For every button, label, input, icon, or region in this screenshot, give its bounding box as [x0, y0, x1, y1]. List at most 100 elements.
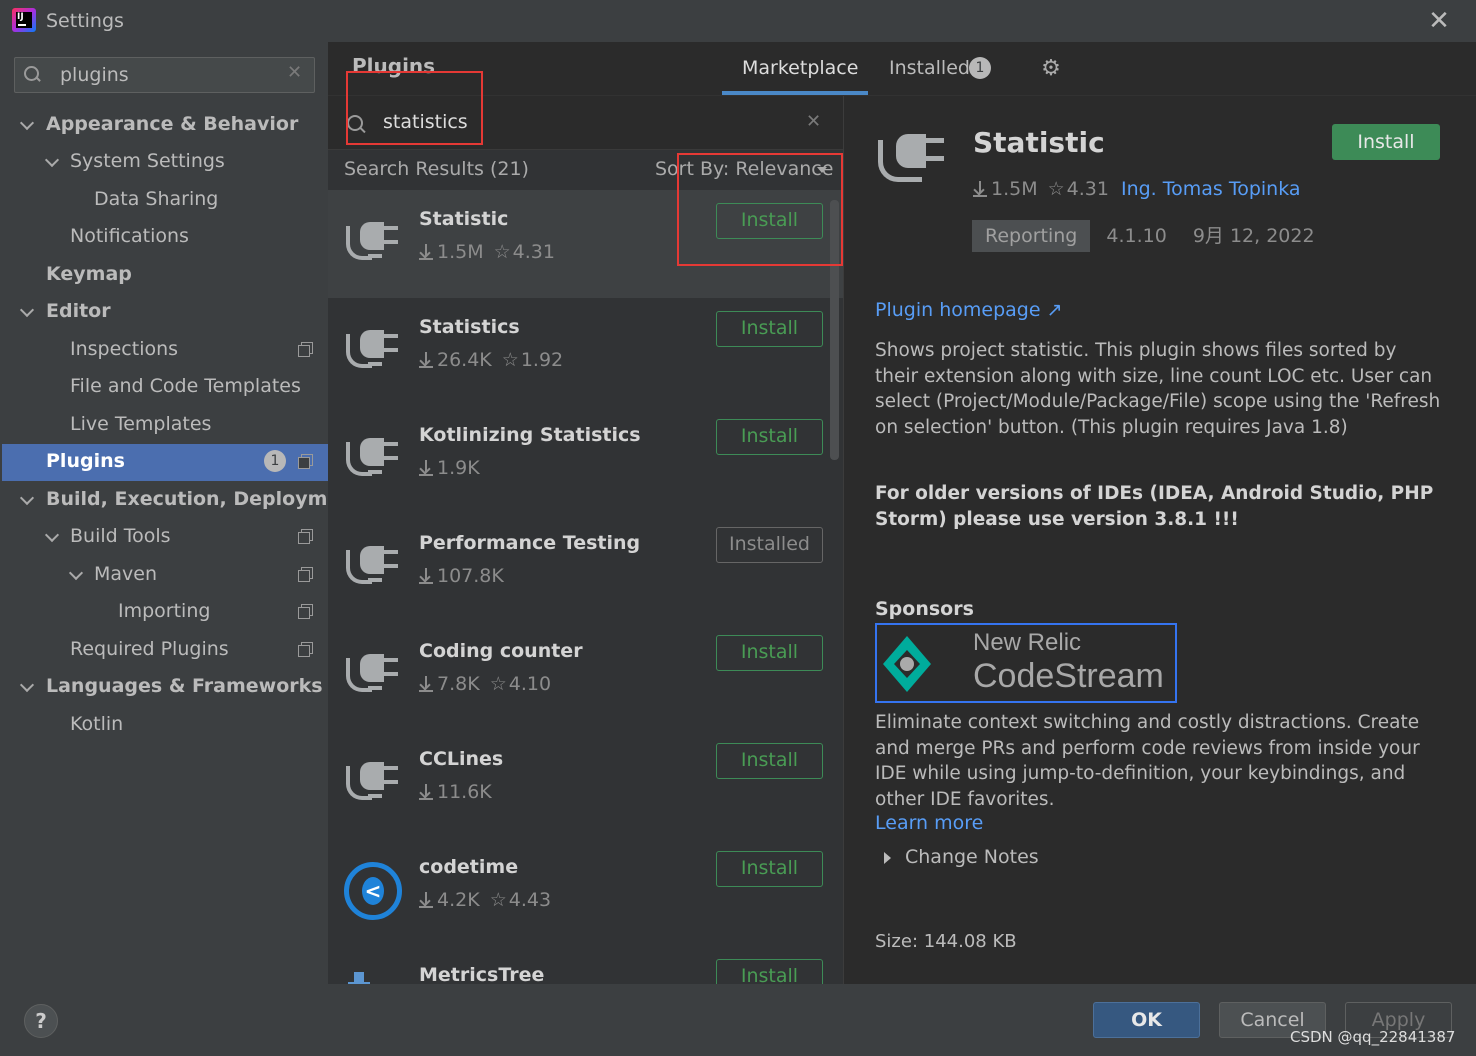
plugin-downloads: 1.9K — [437, 457, 480, 479]
sidebar-item-system-settings[interactable]: System Settings — [70, 143, 225, 179]
plugin-search-input[interactable]: statistics ✕ — [328, 96, 843, 150]
download-icon — [419, 568, 433, 584]
plugin-downloads: 7.8K — [437, 673, 480, 695]
plugin-icon — [344, 324, 402, 374]
tab-installed[interactable]: Installed — [889, 56, 970, 92]
install-button[interactable]: Install — [716, 311, 823, 347]
project-level-icon — [298, 604, 313, 619]
install-button[interactable]: Install — [716, 635, 823, 671]
project-level-icon — [298, 454, 313, 469]
plugin-meta: 4.2K ☆ 4.43 — [419, 889, 551, 911]
plugin-row-metricstree[interactable]: MetricsTree Install — [328, 946, 843, 984]
ok-button[interactable]: OK — [1093, 1002, 1200, 1038]
plugin-row-statistic[interactable]: Statistic 1.5M ☆ 4.31 Install — [328, 190, 843, 298]
sidebar-item-required-plugins[interactable]: Required Plugins — [70, 631, 229, 667]
plugin-row-coding-counter[interactable]: Coding counter 7.8K ☆ 4.10 Install — [328, 622, 843, 730]
tag-reporting[interactable]: Reporting — [972, 220, 1091, 252]
chevron-down-icon[interactable] — [70, 568, 82, 580]
detail-rating: 4.31 — [1066, 178, 1109, 200]
settings-search-value: plugins — [60, 64, 129, 86]
detail-downloads: 1.5M — [991, 178, 1038, 200]
sponsors-heading: Sponsors — [875, 598, 974, 620]
plugin-homepage-link[interactable]: Plugin homepage ↗ — [875, 299, 1062, 321]
plugin-name: Statistic — [419, 208, 509, 230]
sidebar-item-live-templates[interactable]: Live Templates — [70, 406, 211, 442]
install-button[interactable]: Install — [716, 959, 823, 984]
plugin-meta: 107.8K — [419, 565, 504, 587]
sidebar-item-editor[interactable]: Editor — [46, 293, 111, 329]
clear-search-icon[interactable]: ✕ — [806, 111, 821, 132]
plugin-detail-panel: Statistic Install 1.5M ☆ 4.31 Ing. Tomas To… — [844, 96, 1476, 984]
sidebar-item-appearance-behavior[interactable]: Appearance & Behavior — [46, 106, 298, 142]
plugin-description: Shows project statistic. This plugin sho… — [875, 340, 1441, 438]
sponsor-description: Eliminate context switching and costly d… — [875, 712, 1420, 810]
chevron-down-icon[interactable] — [46, 155, 58, 167]
plugin-row-kotlinizing-statistics[interactable]: Kotlinizing Statistics 1.9K Install — [328, 406, 843, 514]
install-button[interactable]: Install — [716, 743, 823, 779]
chevron-down-icon[interactable] — [817, 167, 827, 173]
plugin-search-value: statistics — [383, 111, 468, 133]
settings-search-input[interactable]: plugins ✕ — [14, 57, 315, 93]
detail-version: 4.1.10 — [1106, 225, 1167, 247]
chevron-down-icon[interactable] — [21, 493, 33, 505]
sidebar-item-file-code-templates[interactable]: File and Code Templates — [70, 368, 301, 404]
tab-marketplace[interactable]: Marketplace — [742, 56, 858, 92]
sidebar-item-maven[interactable]: Maven — [94, 556, 157, 592]
install-button[interactable]: Install — [716, 419, 823, 455]
plugin-meta: 11.6K — [419, 781, 492, 803]
chevron-down-icon[interactable] — [21, 118, 33, 130]
sidebar-item-plugins[interactable]: Plugins — [46, 443, 125, 479]
detail-meta: 1.5M ☆ 4.31 Ing. Tomas Topinka — [973, 178, 1301, 200]
plugin-icon — [876, 126, 946, 196]
plugin-icon — [344, 540, 402, 590]
sidebar-item-inspections[interactable]: Inspections — [70, 331, 178, 367]
chevron-down-icon[interactable] — [46, 530, 58, 542]
plugin-icon — [344, 648, 402, 698]
project-level-icon — [298, 342, 313, 357]
sidebar-item-keymap[interactable]: Keymap — [46, 256, 132, 292]
sponsor-banner[interactable]: New Relic CodeStream — [875, 623, 1177, 703]
gear-icon[interactable]: ⚙ — [1040, 58, 1062, 80]
sort-dropdown[interactable]: Sort By: Relevance — [655, 158, 833, 180]
results-count: Search Results (21) — [344, 158, 529, 180]
close-icon[interactable]: ✕ — [1424, 6, 1454, 36]
plugin-row-statistics[interactable]: Statistics 26.4K ☆ 1.92 Install — [328, 298, 843, 406]
sidebar-item-kotlin[interactable]: Kotlin — [70, 706, 123, 742]
sidebar-item-build-execution-deployment[interactable]: Build, Execution, Deployment — [46, 481, 363, 517]
detail-plugin-name: Statistic — [973, 126, 1105, 159]
author-link[interactable]: Ing. Tomas Topinka — [1121, 178, 1301, 200]
download-icon — [419, 784, 433, 800]
plugin-row-cclines[interactable]: CCLines 11.6K Install — [328, 730, 843, 838]
install-button[interactable]: Install — [716, 203, 823, 239]
plugin-icon — [344, 216, 402, 266]
list-scrollbar[interactable] — [830, 200, 839, 460]
intellij-logo-icon: IJ — [12, 8, 36, 32]
change-notes-toggle[interactable]: Change Notes — [884, 846, 1039, 868]
plugin-row-performance-testing[interactable]: Performance Testing 107.8K Installed — [328, 514, 843, 622]
sidebar-item-build-tools[interactable]: Build Tools — [70, 518, 171, 554]
project-level-icon — [298, 529, 313, 544]
plugin-list: Statistic 1.5M ☆ 4.31 Install Statistics 2… — [328, 190, 843, 984]
sidebar-item-notifications[interactable]: Notifications — [70, 218, 189, 254]
detail-install-button[interactable]: Install — [1332, 124, 1440, 160]
search-icon — [346, 114, 368, 136]
chevron-down-icon[interactable] — [21, 680, 33, 692]
plugin-row-codetime[interactable]: < codetime 4.2K ☆ 4.43 Install — [328, 838, 843, 946]
download-icon — [419, 352, 433, 368]
sidebar-item-data-sharing[interactable]: Data Sharing — [94, 181, 218, 217]
plugin-name: Kotlinizing Statistics — [419, 424, 641, 446]
install-button[interactable]: Install — [716, 851, 823, 887]
chevron-down-icon[interactable] — [21, 305, 33, 317]
installed-button[interactable]: Installed — [716, 527, 823, 563]
learn-more-link[interactable]: Learn more — [875, 812, 983, 834]
plugin-downloads: 1.5M — [437, 241, 484, 263]
plugin-name: MetricsTree — [419, 964, 545, 984]
sidebar-item-languages-frameworks[interactable]: Languages & Frameworks — [46, 668, 323, 704]
help-icon[interactable]: ? — [24, 1004, 58, 1038]
clear-search-icon[interactable]: ✕ — [287, 62, 302, 83]
sidebar-item-importing[interactable]: Importing — [118, 593, 210, 629]
download-icon — [419, 892, 433, 908]
title-bar: IJ Settings ✕ — [0, 0, 1476, 42]
chevron-right-icon — [884, 852, 891, 864]
change-notes-label: Change Notes — [905, 846, 1039, 868]
